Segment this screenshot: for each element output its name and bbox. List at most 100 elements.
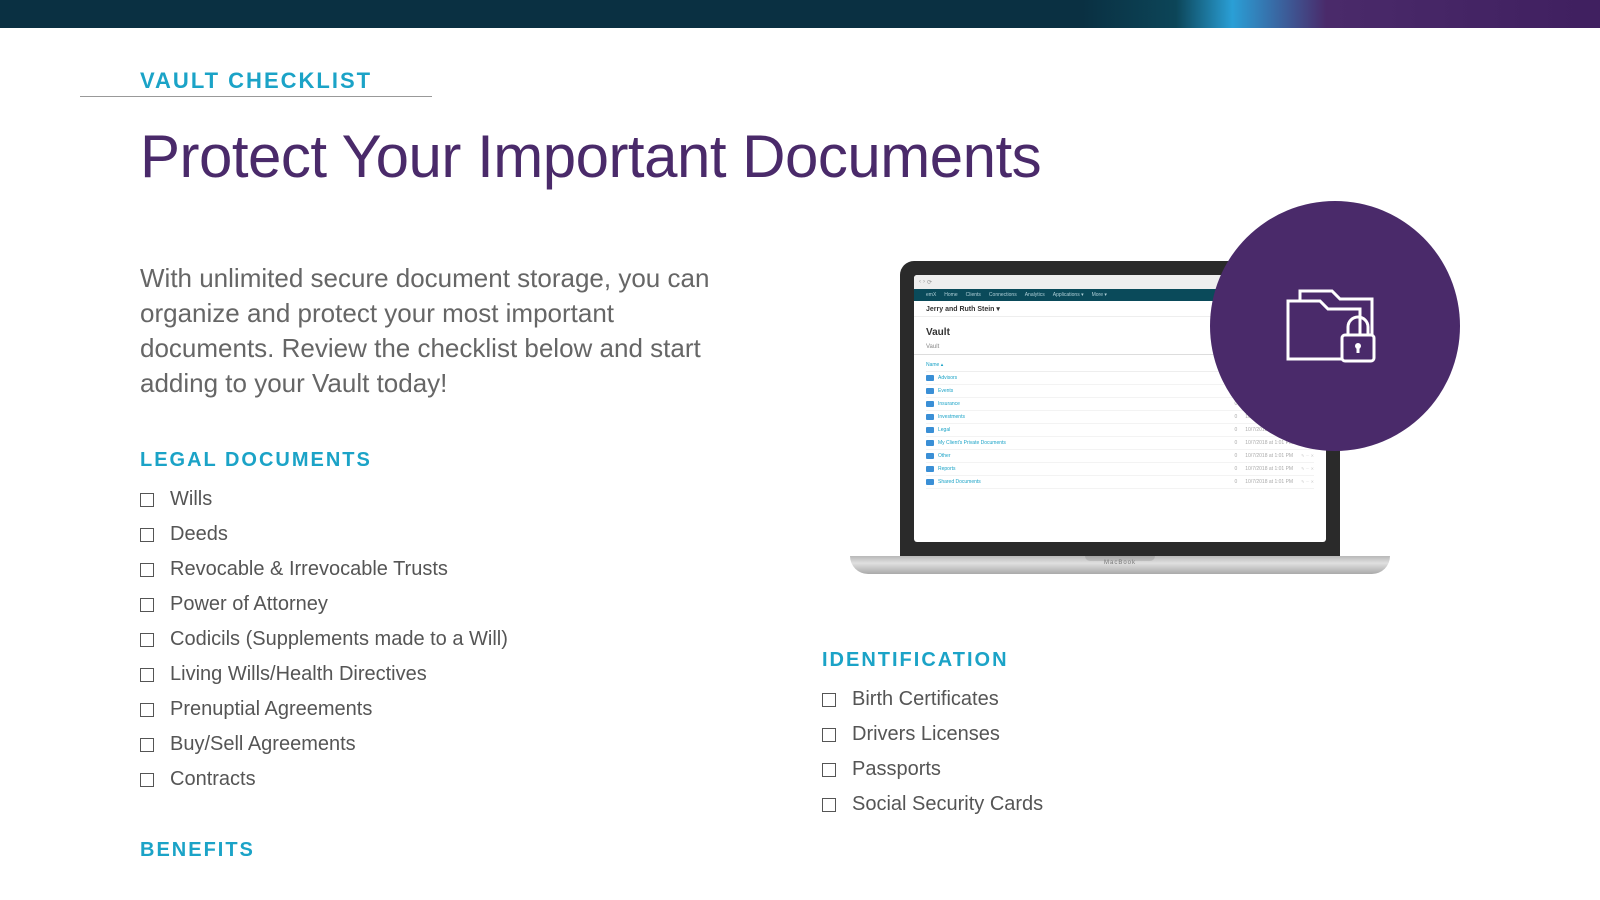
checklist-item: Prenuptial Agreements	[140, 698, 720, 721]
content-row: With unlimited secure document storage, …	[140, 261, 1460, 878]
folder-date: 10/7/2018 at 1:01 PM	[1245, 453, 1293, 459]
nav-item: Clients	[966, 292, 981, 298]
checklist-item: Deeds	[140, 523, 720, 546]
checkbox-icon	[140, 738, 154, 752]
checklist-item: Revocable & Irrevocable Trusts	[140, 558, 720, 581]
eyebrow-label: VAULT CHECKLIST	[140, 68, 372, 94]
checklist-label: Power of Attorney	[170, 593, 328, 616]
folder-name: Other	[938, 453, 951, 459]
checkbox-icon	[822, 693, 836, 707]
page-headline: Protect Your Important Documents	[140, 122, 1460, 191]
folder-name: Investments	[938, 414, 965, 420]
checklist-item: Buy/Sell Agreements	[140, 733, 720, 756]
nav-refresh-icon: ⟳	[927, 279, 932, 286]
nav-item: Home	[944, 292, 957, 298]
folder-row: My Client's Private Documents010/7/2018 …	[926, 437, 1314, 450]
folder-icon	[926, 427, 934, 433]
checklist-item: Drivers Licenses	[822, 723, 1460, 746]
eyebrow-wrapper: VAULT CHECKLIST	[80, 68, 432, 97]
checklist-label: Social Security Cards	[852, 793, 1043, 816]
folder-count: 0	[1234, 427, 1237, 433]
nav-forward-icon: ›	[923, 279, 925, 285]
checklist-item: Contracts	[140, 768, 720, 791]
folder-name: Advisors	[938, 375, 957, 381]
checklist-label: Living Wills/Health Directives	[170, 663, 427, 686]
checklist-label: Birth Certificates	[852, 688, 999, 711]
folder-row: Shared Documents 0 10/7/2018 at 1:01 PM ✎ ⋯…	[926, 476, 1314, 489]
folder-count: 0	[1234, 414, 1237, 420]
secure-folder-icon	[1280, 279, 1390, 374]
checkbox-icon	[140, 633, 154, 647]
folder-actions-icon: ✎ ⋯ ✕	[1301, 479, 1314, 485]
folder-row: Other010/7/2018 at 1:01 PM✎ ⋯ ✕	[926, 450, 1314, 463]
checklist-item: Living Wills/Health Directives	[140, 663, 720, 686]
checkbox-icon	[822, 798, 836, 812]
folder-actions-icon: ✎ ⋯ ✕	[1301, 466, 1314, 472]
right-column: ‹ › ⟳ emX Home Clients Connections Analy…	[780, 261, 1460, 878]
nav-back-icon: ‹	[919, 279, 921, 285]
checklist-item: Social Security Cards	[822, 793, 1460, 816]
intro-paragraph: With unlimited secure document storage, …	[140, 261, 720, 401]
checklist-label: Revocable & Irrevocable Trusts	[170, 558, 448, 581]
folder-icon	[926, 401, 934, 407]
checkbox-icon	[140, 528, 154, 542]
app-logo: emX	[926, 292, 936, 298]
client-name: Jerry and Ruth Stein ▾	[926, 305, 1000, 313]
page-content: VAULT CHECKLIST Protect Your Important D…	[0, 68, 1600, 878]
checkbox-icon	[140, 563, 154, 577]
folder-icon	[926, 375, 934, 381]
folder-icon	[926, 453, 934, 459]
checkbox-icon	[140, 773, 154, 787]
checklist-label: Prenuptial Agreements	[170, 698, 372, 721]
top-banner	[0, 0, 1600, 28]
checklist-label: Codicils (Supplements made to a Will)	[170, 628, 508, 651]
folder-name: Reports	[938, 466, 956, 472]
right-sections: IDENTIFICATION Birth Certificates Driver…	[780, 649, 1460, 816]
checklist-item: Wills	[140, 488, 720, 511]
folder-date: 10/7/2018 at 1:01 PM	[1245, 466, 1293, 472]
checklist-label: Wills	[170, 488, 212, 511]
checkbox-icon	[140, 668, 154, 682]
checklist-label: Contracts	[170, 768, 256, 791]
nav-item: Connections	[989, 292, 1017, 298]
left-column: With unlimited secure document storage, …	[140, 261, 720, 878]
nav-item: Analytics	[1025, 292, 1045, 298]
checklist-item: Power of Attorney	[140, 593, 720, 616]
section-heading-legal: LEGAL DOCUMENTS	[140, 449, 720, 472]
folder-count: 0	[1234, 479, 1237, 485]
checkbox-icon	[140, 598, 154, 612]
nav-item: More ▾	[1092, 292, 1107, 298]
checkbox-icon	[822, 763, 836, 777]
folder-row: Legal010/7/2018 at 1:01 PM✎ ⋯ ✕	[926, 424, 1314, 437]
folder-name: Events	[938, 388, 953, 394]
folder-count: 0	[1234, 453, 1237, 459]
checklist-label: Passports	[852, 758, 941, 781]
header-section: VAULT CHECKLIST Protect Your Important D…	[140, 68, 1460, 191]
folder-name: Legal	[938, 427, 950, 433]
col-name: Name ▴	[926, 362, 943, 368]
checkbox-icon	[822, 728, 836, 742]
laptop-brand-label: MacBook	[1104, 560, 1136, 566]
folder-icon	[926, 479, 934, 485]
section-heading-benefits: BENEFITS	[140, 839, 720, 862]
folder-icon	[926, 440, 934, 446]
folder-name: Shared Documents	[938, 479, 981, 485]
checklist-label: Deeds	[170, 523, 228, 546]
checklist-label: Drivers Licenses	[852, 723, 1000, 746]
checklist-label: Buy/Sell Agreements	[170, 733, 356, 756]
vault-badge-circle	[1210, 201, 1460, 451]
checkbox-icon	[140, 493, 154, 507]
checklist-item: Codicils (Supplements made to a Will)	[140, 628, 720, 651]
checklist-identification: Birth Certificates Drivers Licenses Pass…	[822, 688, 1460, 816]
checkbox-icon	[140, 703, 154, 717]
folder-count: 0	[1234, 466, 1237, 472]
laptop-mockup: ‹ › ⟳ emX Home Clients Connections Analy…	[850, 261, 1390, 574]
laptop-base: MacBook	[850, 556, 1390, 574]
folder-icon	[926, 466, 934, 472]
folder-date: 10/7/2018 at 1:01 PM	[1245, 479, 1293, 485]
checklist-item: Birth Certificates	[822, 688, 1460, 711]
folder-row: Reports 0 10/7/2018 at 1:01 PM ✎ ⋯ ✕	[926, 463, 1314, 476]
folder-count: 0	[1234, 440, 1237, 446]
checklist-legal: Wills Deeds Revocable & Irrevocable Trus…	[140, 488, 720, 791]
folder-name: My Client's Private Documents	[938, 440, 1006, 446]
